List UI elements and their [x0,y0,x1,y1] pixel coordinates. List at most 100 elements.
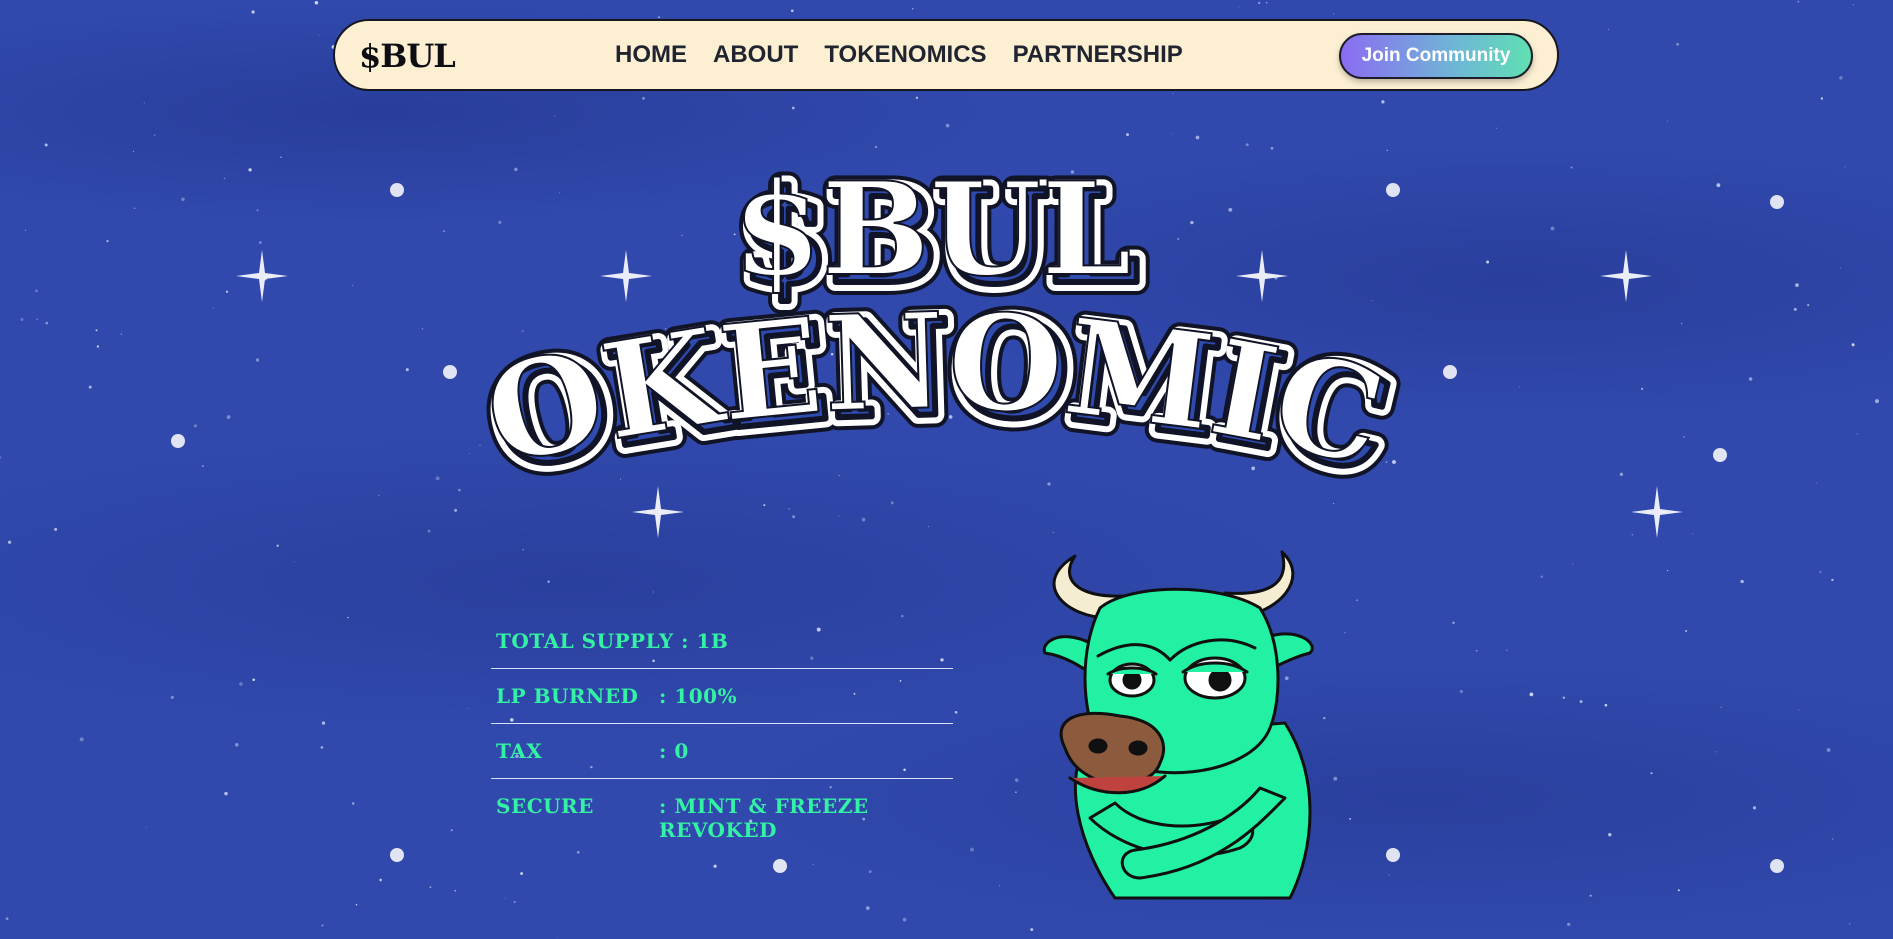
star [35,289,38,293]
star [450,829,453,832]
star [912,8,914,10]
star [1529,692,1534,697]
star [181,197,185,201]
token-row-label: LP BURNED [496,684,639,708]
star [1752,806,1757,810]
star [790,9,794,13]
star [1720,706,1722,708]
star [225,290,229,293]
star [554,115,556,117]
star [1797,0,1800,3]
star [1650,772,1653,775]
star [454,508,458,512]
star [79,737,84,742]
star [1356,599,1359,602]
star [154,134,156,136]
star [54,527,58,531]
sparkle-star [1631,486,1683,538]
star [522,549,524,551]
sparkle-star [1600,250,1652,302]
star [1839,76,1843,80]
star [915,96,919,99]
star [1562,696,1566,700]
nav-link-home[interactable]: HOME [615,41,687,69]
bull-mascot-icon [1042,550,1314,900]
star [170,695,174,699]
star [1716,183,1721,188]
nav-link-about[interactable]: ABOUT [713,41,798,69]
star [1388,874,1390,876]
star [1826,748,1831,752]
star [1831,838,1834,840]
star [234,742,239,747]
site-logo[interactable]: $BUL [359,37,456,75]
glow-star [390,848,404,862]
star [427,529,431,533]
star [642,96,645,100]
star [212,307,214,309]
star [1819,571,1822,573]
star [226,415,231,420]
star [145,826,147,828]
star [1831,578,1834,582]
star [999,885,1001,887]
star [576,850,580,854]
star [1030,928,1034,932]
star [1172,92,1174,94]
star [1848,922,1851,925]
star [1740,579,1744,584]
star [0,456,2,459]
star [713,864,717,868]
star [1631,533,1634,536]
nav-link-tokenomics[interactable]: TOKENOMICS [824,41,986,69]
star [513,900,516,904]
token-row-value: : 0 [659,739,689,763]
star [321,721,326,725]
star [1793,307,1797,311]
star [1518,386,1520,388]
nav-link-partnership[interactable]: PARTNERSHIP [1013,41,1183,69]
star [1677,889,1680,892]
star [1550,226,1555,231]
star [1506,649,1508,651]
star [352,285,354,286]
star [258,241,262,244]
star [1172,133,1174,135]
star [1452,621,1455,624]
star [132,151,135,153]
star [1676,42,1680,46]
star [134,207,136,209]
star [143,102,145,104]
star [379,878,383,882]
star [429,886,432,889]
star [421,328,424,330]
star [320,746,324,749]
star [7,540,12,544]
star [652,591,654,593]
sparkle-star [236,250,288,302]
star [36,318,38,320]
star [355,903,358,906]
glow-star [773,859,787,873]
star [201,465,204,468]
star [1844,166,1846,168]
star [1685,630,1688,632]
join-community-button[interactable]: Join Community [1339,33,1533,79]
star [945,123,950,128]
star [1195,135,1200,140]
star [520,872,524,875]
star [120,333,123,335]
glow-star [1770,859,1784,873]
star [1795,283,1799,287]
star [1486,260,1490,264]
star [106,239,109,243]
star [1798,709,1800,711]
tokenomics-list: TOTAL SUPPLY : 1B LP BURNED : 100% TAX :… [491,614,953,842]
star [1258,1,1261,5]
glow-star [1443,365,1457,379]
star [1815,482,1817,484]
star [88,385,92,389]
token-row-tax: TAX : 0 [491,724,953,779]
star [1820,97,1824,100]
star [1666,569,1669,572]
